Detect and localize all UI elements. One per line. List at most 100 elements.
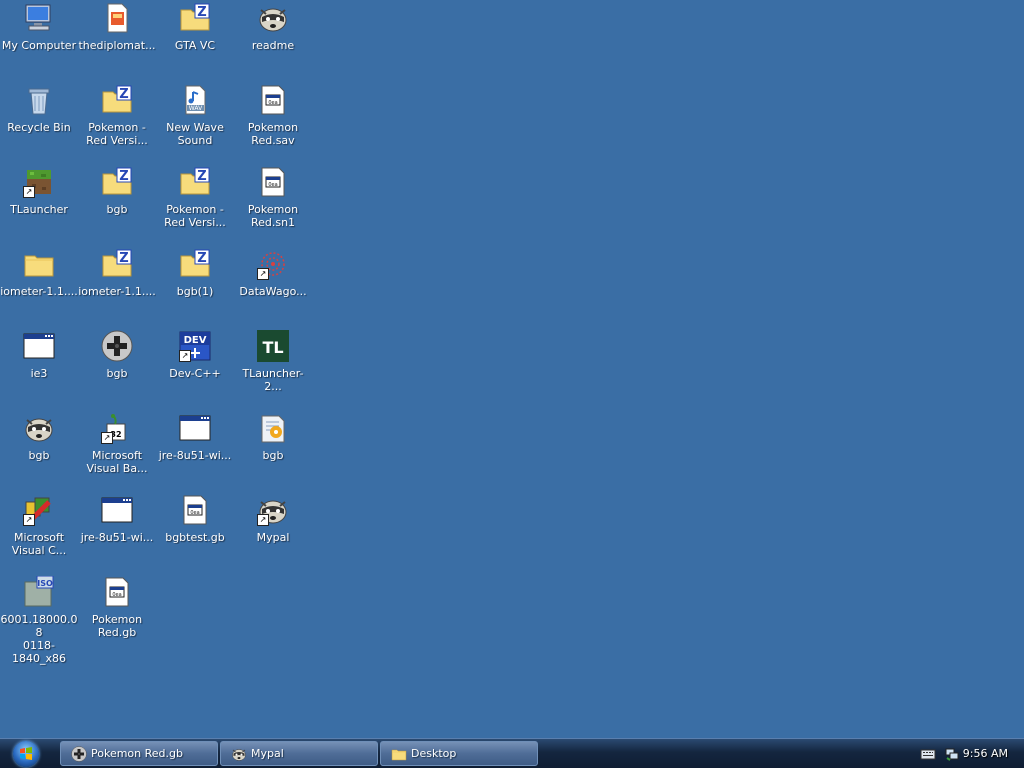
- svg-text:0ea: 0ea: [190, 510, 199, 516]
- desktop-icon-label: ie3: [30, 367, 48, 380]
- desktop-icon[interactable]: readme: [234, 2, 312, 82]
- shortcut-arrow-icon: ↗: [23, 514, 35, 526]
- taskbar-button[interactable]: Pokemon Red.gb: [60, 741, 218, 766]
- gamepad-icon: [71, 746, 87, 762]
- desktop-icon-label: Dev-C++: [169, 367, 221, 380]
- desktop-icon[interactable]: jre-8u51-wi...: [78, 494, 156, 574]
- desktop-icon[interactable]: ↗ Mypal: [234, 494, 312, 574]
- desktop-icon[interactable]: My Computer: [0, 2, 78, 82]
- taskbar-button[interactable]: Desktop: [380, 741, 538, 766]
- datawagon-icon: ↗: [257, 248, 289, 280]
- desktop-icon-label: jre-8u51-wi...: [80, 531, 154, 544]
- mypal-raccoon-icon: ↗: [257, 494, 289, 526]
- desktop-icon-label: DataWago...: [239, 285, 307, 298]
- recycle-bin-icon: [23, 84, 55, 116]
- mypal-raccoon-icon: [231, 746, 247, 762]
- html-doc-icon: [101, 2, 133, 34]
- desktop-icon-label: TLauncher-2...: [242, 367, 304, 393]
- desktop[interactable]: My Computer thediplomat... Z GTA VC readme Re…: [0, 0, 1024, 738]
- desktop-icon[interactable]: Z GTA VC: [156, 2, 234, 82]
- svg-text:Z: Z: [197, 251, 206, 266]
- desktop-icon[interactable]: 32 ↗ Microsoft Visual Ba...: [78, 412, 156, 492]
- desktop-icon[interactable]: DEV ↗ Dev-C++: [156, 330, 234, 410]
- desktop-icon[interactable]: bgb: [78, 330, 156, 410]
- desktop-icon[interactable]: jre-8u51-wi...: [156, 412, 234, 492]
- desktop-icon[interactable]: Z Pokemon - Red Versi...: [156, 166, 234, 246]
- svg-text:DEV: DEV: [184, 335, 207, 346]
- desktop-icon[interactable]: 0ea Pokemon Red.sav: [234, 84, 312, 164]
- svg-text:0ea: 0ea: [268, 100, 277, 106]
- minecraft-block-icon: ↗: [23, 166, 55, 198]
- desktop-icon-label: bgb: [106, 367, 128, 380]
- zipped-folder-icon: Z: [179, 2, 211, 34]
- windows-flag-icon: [20, 747, 32, 760]
- network-icon[interactable]: [944, 746, 960, 762]
- iso-icon: ISO: [23, 576, 55, 608]
- desktop-icon-label: Microsoft Visual Ba...: [86, 449, 148, 475]
- taskbar-button[interactable]: Mypal: [220, 741, 378, 766]
- system-tray: 9:56 AM: [884, 739, 1024, 768]
- desktop-icon-label: Pokemon Red.sav: [247, 121, 299, 147]
- desktop-icon-label: Pokemon Red.sn1: [247, 203, 299, 229]
- folder-icon: [23, 248, 55, 280]
- taskbar-button-label: Desktop: [411, 747, 457, 760]
- keyboard-icon[interactable]: [920, 746, 936, 762]
- desktop-icon[interactable]: iometer-1.1....: [0, 248, 78, 328]
- desktop-icon-label: Pokemon - Red Versi...: [164, 203, 226, 229]
- desktop-icon[interactable]: bgb: [234, 412, 312, 492]
- gamepad-icon: [101, 330, 133, 362]
- desktop-icon[interactable]: ↗ Microsoft Visual C...: [0, 494, 78, 574]
- tl-icon: TL: [257, 330, 289, 362]
- clock[interactable]: 9:56 AM: [963, 739, 1008, 768]
- desktop-icon[interactable]: 0ea Pokemon Red.sn1: [234, 166, 312, 246]
- window-app-icon: [179, 412, 211, 444]
- zipped-folder-icon: Z: [101, 166, 133, 198]
- desktop-icon-label: My Computer: [1, 39, 77, 52]
- desktop-icon[interactable]: Zbgb: [78, 166, 156, 246]
- desktop-icon[interactable]: bgb: [0, 412, 78, 492]
- desktop-icon[interactable]: ISO 6001.18000.08 0118-1840_x86 fre_wave1…: [0, 576, 78, 667]
- visual-basic-icon: 32 ↗: [101, 412, 133, 444]
- wav-file-icon: WAV: [179, 84, 211, 116]
- folder-icon: [391, 746, 407, 762]
- taskbar-button-label: Pokemon Red.gb: [91, 747, 183, 760]
- desktop-icon[interactable]: WAV New Wave Sound: [156, 84, 234, 164]
- desktop-icon[interactable]: 0ea Pokemon Red.gb: [78, 576, 156, 656]
- desktop-icon[interactable]: Z Pokemon - Red Versi...: [78, 84, 156, 164]
- svg-text:ISO: ISO: [37, 579, 53, 588]
- svg-text:0ea: 0ea: [112, 592, 121, 598]
- start-button[interactable]: [6, 740, 46, 768]
- zipped-folder-icon: Z: [101, 84, 133, 116]
- taskbar: Pokemon Red.gb Mypal Desktop 9:56 AM: [0, 738, 1024, 768]
- devcpp-icon: DEV ↗: [179, 330, 211, 362]
- desktop-icon-label: iometer-1.1....: [78, 285, 156, 298]
- desktop-icon[interactable]: ↗ DataWago...: [234, 248, 312, 328]
- desktop-icon[interactable]: thediplomat...: [78, 2, 156, 82]
- svg-text:Z: Z: [119, 251, 128, 266]
- desktop-icon[interactable]: Zbgb(1): [156, 248, 234, 328]
- computer-icon: [23, 2, 55, 34]
- svg-text:WAV: WAV: [189, 105, 203, 112]
- desktop-icon-label: jre-8u51-wi...: [158, 449, 232, 462]
- svg-text:0ea: 0ea: [268, 182, 277, 188]
- generic-file-icon: 0ea: [257, 166, 289, 198]
- desktop-icon-label: thediplomat...: [78, 39, 156, 52]
- desktop-icon-label: Pokemon - Red Versi...: [86, 121, 148, 147]
- desktop-icon[interactable]: TL TLauncher-2...: [234, 330, 312, 410]
- generic-file-icon: 0ea: [257, 84, 289, 116]
- mypal-raccoon-icon: [23, 412, 55, 444]
- settings-doc-icon: [257, 412, 289, 444]
- desktop-icon-label: GTA VC: [174, 39, 216, 52]
- desktop-icon[interactable]: Ziometer-1.1....: [78, 248, 156, 328]
- svg-text:Z: Z: [119, 87, 128, 102]
- desktop-icon[interactable]: ↗ TLauncher: [0, 166, 78, 246]
- desktop-icon[interactable]: ie3: [0, 330, 78, 410]
- desktop-icon-label: Microsoft Visual C...: [11, 531, 67, 557]
- desktop-icon-label: bgb: [262, 449, 284, 462]
- generic-file-icon: 0ea: [101, 576, 133, 608]
- desktop-icon[interactable]: Recycle Bin: [0, 84, 78, 164]
- zipped-folder-icon: Z: [101, 248, 133, 280]
- desktop-icon[interactable]: 0ea bgbtest.gb: [156, 494, 234, 574]
- desktop-icon-label: bgb(1): [176, 285, 214, 298]
- desktop-icon-label: bgb: [28, 449, 50, 462]
